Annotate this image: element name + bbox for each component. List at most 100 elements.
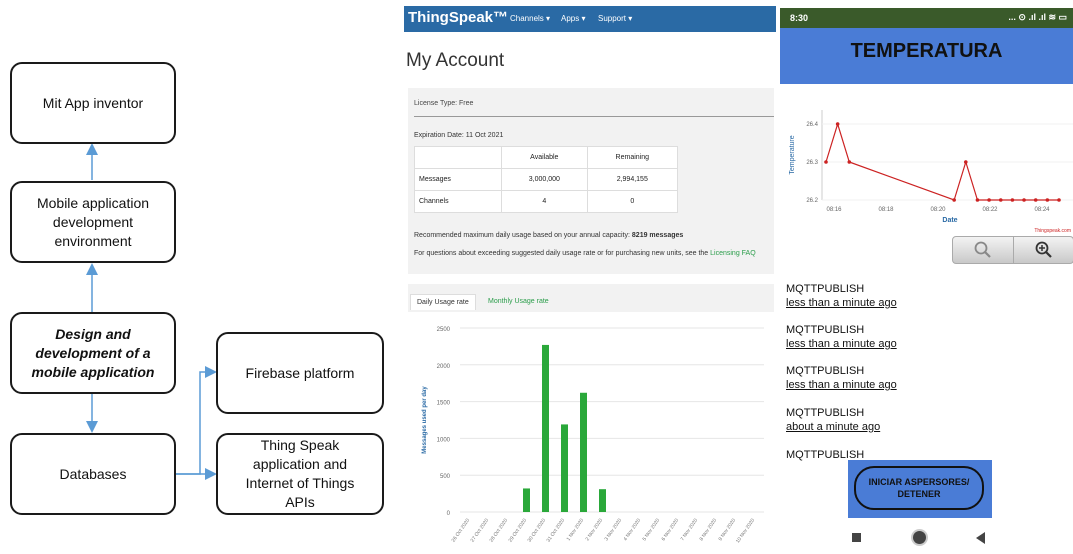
y-axis-label: Temperature — [789, 135, 796, 174]
home-icon[interactable] — [913, 531, 926, 544]
x-tick-label: 28 Oct 2020 — [489, 518, 510, 544]
temperature-point — [1033, 198, 1038, 202]
recommended-usage: Recommended maximum daily usage based on… — [414, 232, 683, 239]
zoom-control — [952, 236, 1073, 264]
temperature-point — [952, 198, 956, 202]
y-axis-label: Messages used per day — [422, 386, 428, 454]
x-tick-label: 08:16 — [826, 207, 842, 213]
message-topic: MQTTPUBLISH — [786, 365, 865, 377]
expiration-date: Expiration Date: 11 Oct 2021 — [414, 132, 504, 139]
x-tick-label: 5 Nov 2020 — [642, 518, 662, 543]
divider — [414, 116, 774, 117]
y-tick-label: 1000 — [437, 437, 451, 443]
message-topic: MQTTPUBLISH — [786, 324, 865, 336]
usage-bar — [580, 392, 587, 512]
license-type: License Type: Free — [414, 100, 474, 107]
table-header-row: Available Remaining — [413, 146, 679, 169]
temperature-point — [998, 198, 1003, 202]
tab-daily-usage[interactable]: Daily Usage rate — [410, 294, 476, 310]
temperature-point — [824, 160, 828, 164]
x-tick-label: 08:18 — [878, 207, 894, 213]
temperature-point — [964, 160, 968, 164]
x-tick-label: 2 Nov 2020 — [585, 518, 605, 543]
temperature-point — [835, 122, 840, 126]
android-nav-bar — [780, 524, 1073, 554]
x-tick-label: 10 Nov 2020 — [735, 518, 756, 545]
message-item: MQTTPUBLISH less than a minute ago — [786, 323, 897, 351]
message-item: MQTTPUBLISH less than a minute ago — [786, 282, 897, 310]
sprinkler-button-panel: INICIAR ASPERSORES/ DETENER — [848, 460, 992, 518]
message-topic: MQTTPUBLISH — [786, 407, 865, 419]
box-firebase-platform: Firebase platform — [216, 332, 384, 414]
recommended-value: 8219 messages — [631, 232, 684, 239]
menu-apps[interactable]: Apps ▾ — [561, 14, 585, 23]
table-cell: 3,000,000 — [501, 168, 588, 191]
temperature-point — [1057, 198, 1061, 202]
y-tick-label: 0 — [447, 511, 451, 517]
temperature-chart: 26.4 26.3 26.2 08:16 08:18 08:20 08:22 08:24 Dat… — [789, 110, 1073, 234]
zoom-out-button[interactable] — [953, 237, 1014, 263]
page-title: My Account — [406, 50, 505, 71]
menu-support[interactable]: Support ▾ — [598, 14, 632, 23]
zoom-in-button[interactable] — [1014, 237, 1073, 263]
x-tick-label: 27 Oct 2020 — [470, 518, 491, 544]
arrow-databases-to-firebase — [176, 366, 217, 475]
y-tick-label: 2500 — [437, 327, 451, 333]
back-icon[interactable] — [976, 532, 985, 544]
table-cell: 4 — [501, 190, 588, 213]
temperature-point — [847, 160, 852, 164]
faq-text: For questions about exceeding suggested … — [414, 250, 709, 257]
y-tick-label: 2000 — [437, 364, 451, 370]
x-tick-label: 08:24 — [1034, 207, 1050, 213]
table-row: Messages 3,000,000 2,994,155 — [413, 168, 679, 191]
licensing-faq-link[interactable]: Licensing FAQ — [710, 250, 756, 257]
message-item: MQTTPUBLISH less than a minute ago — [786, 364, 897, 392]
recommended-label: Recommended maximum daily usage based on… — [414, 232, 630, 239]
usage-bar — [599, 489, 606, 512]
usage-table: Available Remaining Messages 3,000,000 2… — [413, 146, 679, 213]
table-header: Remaining — [586, 146, 679, 169]
x-tick-label: 1 Nov 2020 — [566, 518, 586, 543]
message-timestamp: less than a minute ago — [786, 338, 897, 350]
temperature-point — [1010, 198, 1015, 202]
x-axis-label: Date — [942, 217, 957, 224]
x-tick-label: 08:20 — [930, 207, 946, 213]
chart-credit: Thingspeak.com — [1034, 228, 1071, 234]
x-tick-label: 7 Nov 2020 — [680, 518, 700, 543]
y-tick-label: 1500 — [437, 401, 451, 407]
tab-monthly-usage[interactable]: Monthly Usage rate — [482, 294, 555, 309]
box-design-development: Design and development of a mobile appli… — [10, 312, 176, 394]
x-tick-label: 31 Oct 2020 — [546, 518, 567, 544]
temperature-point — [1045, 198, 1050, 202]
message-timestamp: less than a minute ago — [786, 297, 897, 309]
daily-usage-chart: 2500 2000 1500 1000 500 0 Messages used per da… — [408, 312, 774, 554]
zoom-out-icon — [974, 241, 991, 258]
table-row: Channels 4 0 — [413, 190, 679, 213]
usage-bar — [542, 344, 549, 512]
x-tick-label: 6 Nov 2020 — [661, 518, 681, 543]
menu-channels[interactable]: Channels ▾ — [510, 14, 550, 23]
status-time: 8:30 — [790, 13, 809, 23]
table-header — [413, 146, 503, 169]
message-topic: MQTTPUBLISH — [786, 283, 865, 295]
usage-bar — [561, 424, 568, 512]
y-tick-label: 26.4 — [806, 122, 818, 128]
table-cell: 2,994,155 — [586, 168, 679, 191]
table-cell: Channels — [413, 190, 503, 213]
thingspeak-logo[interactable]: ThingSpeak™ — [408, 9, 508, 26]
x-tick-label: 29 Oct 2020 — [508, 518, 529, 544]
recent-apps-icon[interactable] — [852, 533, 861, 542]
start-stop-sprinklers-button[interactable]: INICIAR ASPERSORES/ DETENER — [854, 466, 984, 510]
x-tick-label: 26 Oct 2020 — [451, 518, 472, 544]
x-tick-label: 8 Nov 2020 — [699, 518, 719, 543]
status-icons: ... ⊙ .ıl .ıl ≋ ▭ — [1008, 12, 1067, 22]
faq-note: For questions about exceeding suggested … — [414, 250, 756, 257]
app-title: TEMPERATURA — [850, 40, 1003, 62]
box-databases: Databases — [10, 433, 176, 515]
x-tick-label: 30 Oct 2020 — [527, 518, 548, 544]
x-tick-label: 08:22 — [982, 207, 998, 213]
table-cell: 0 — [586, 190, 679, 213]
thingspeak-account-page: ThingSpeak™ Channels ▾ Apps ▾ Support ▾ … — [404, 0, 776, 554]
app-header: TEMPERATURA — [780, 28, 1073, 84]
message-timestamp: about a minute ago — [786, 421, 881, 433]
